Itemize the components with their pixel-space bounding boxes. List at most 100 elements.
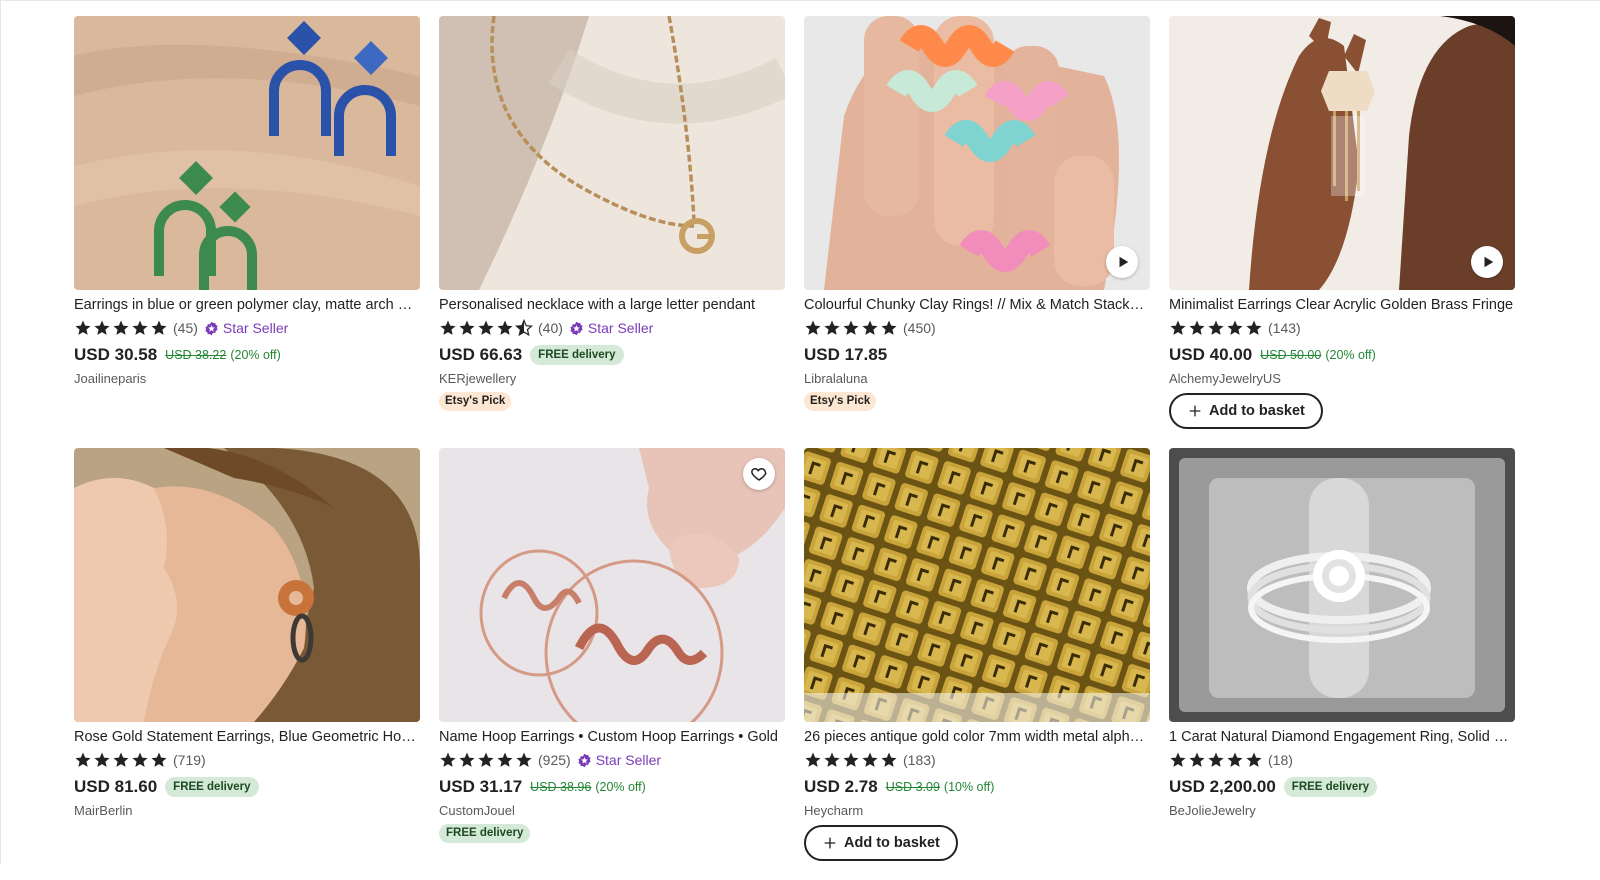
rating: (40) Star Seller xyxy=(439,317,785,339)
star-icon xyxy=(1169,751,1187,769)
listing-title[interactable]: 1 Carat Natural Diamond Engagement Ring,… xyxy=(1169,728,1515,746)
review-count: (925) xyxy=(538,752,571,768)
original-price: USD 3.09 xyxy=(885,780,940,794)
listing-image[interactable] xyxy=(439,16,785,290)
shop-name[interactable]: BeJolieJewelry xyxy=(1169,803,1515,819)
rating: (183) xyxy=(804,749,1150,771)
star-rating xyxy=(74,319,168,337)
star-seller-badge: Star Seller xyxy=(204,320,288,336)
star-icon xyxy=(1245,319,1263,337)
listing-image[interactable] xyxy=(439,448,785,722)
clay-rings-photo xyxy=(804,16,1150,290)
listing-image[interactable] xyxy=(1169,16,1515,290)
star-icon xyxy=(477,751,495,769)
star-icon xyxy=(1245,751,1263,769)
diamond-ring-photo xyxy=(1169,448,1515,722)
shop-name[interactable]: AlchemyJewelryUS xyxy=(1169,371,1515,387)
shop-name[interactable]: KERjewellery xyxy=(439,371,785,387)
earrings-clay-photo xyxy=(74,16,420,290)
add-to-basket-label: Add to basket xyxy=(1209,403,1305,419)
star-icon xyxy=(1188,319,1206,337)
rating: (143) xyxy=(1169,317,1515,339)
star-icon xyxy=(861,319,879,337)
listing-image[interactable] xyxy=(74,448,420,722)
add-to-basket-button[interactable]: Add to basket xyxy=(1169,393,1323,429)
star-icon xyxy=(1207,319,1225,337)
heart-icon xyxy=(751,467,767,481)
etsys-pick-badge: Etsy's Pick xyxy=(439,392,512,411)
listing-title[interactable]: Minimalist Earrings Clear Acrylic Golden… xyxy=(1169,296,1515,314)
shop-name[interactable]: Joailineparis xyxy=(74,371,420,387)
shop-name[interactable]: Heycharm xyxy=(804,803,1150,819)
price-row: USD 17.85 xyxy=(804,343,1150,367)
listing-card[interactable]: Earrings in blue or green polymer clay, … xyxy=(74,16,420,448)
add-to-basket-label: Add to basket xyxy=(844,835,940,851)
price-row: USD 81.60 FREE delivery xyxy=(74,775,420,799)
star-icon xyxy=(112,751,130,769)
listing-card[interactable]: 26 pieces antique gold color 7mm width m… xyxy=(804,448,1150,880)
plus-icon xyxy=(822,835,838,851)
star-rating xyxy=(804,751,898,769)
price: USD 17.85 xyxy=(804,345,888,364)
price: USD 2,200.00 xyxy=(1169,777,1276,796)
price-row: USD 2,200.00 FREE delivery xyxy=(1169,775,1515,799)
listing-card[interactable]: Rose Gold Statement Earrings, Blue Geome… xyxy=(74,448,420,880)
acrylic-earrings-photo xyxy=(1169,16,1515,290)
shop-name[interactable]: Libralaluna xyxy=(804,371,1150,387)
star-rating xyxy=(1169,319,1263,337)
listing-card[interactable]: Personalised necklace with a large lette… xyxy=(439,16,785,448)
rose-gold-earrings-photo xyxy=(74,448,420,722)
listing-title[interactable]: Name Hoop Earrings • Custom Hoop Earring… xyxy=(439,728,785,746)
star-icon xyxy=(804,319,822,337)
star-seller-badge: Star Seller xyxy=(577,752,661,768)
listing-card[interactable]: Colourful Chunky Clay Rings! // Mix & Ma… xyxy=(804,16,1150,448)
listing-card[interactable]: Name Hoop Earrings • Custom Hoop Earring… xyxy=(439,448,785,880)
star-icon xyxy=(150,751,168,769)
listing-card[interactable]: 1 Carat Natural Diamond Engagement Ring,… xyxy=(1169,448,1515,880)
star-seller-badge-icon xyxy=(204,321,219,336)
star-icon xyxy=(1226,751,1244,769)
price-row: USD 30.58 USD 38.22 (20% off) xyxy=(74,343,420,367)
star-icon xyxy=(880,751,898,769)
left-divider xyxy=(0,0,1,864)
listing-title[interactable]: Rose Gold Statement Earrings, Blue Geome… xyxy=(74,728,420,746)
star-seller-label: Star Seller xyxy=(222,320,289,336)
play-icon xyxy=(1119,256,1129,268)
shop-name[interactable]: CustomJouel xyxy=(439,803,785,819)
star-icon xyxy=(880,319,898,337)
star-icon xyxy=(112,319,130,337)
listing-title[interactable]: Personalised necklace with a large lette… xyxy=(439,296,785,314)
top-divider xyxy=(0,0,1600,1)
add-to-basket-button[interactable]: Add to basket xyxy=(804,825,958,861)
star-icon xyxy=(458,751,476,769)
original-price: USD 38.22 xyxy=(165,348,227,362)
review-count: (40) xyxy=(538,320,563,336)
star-icon xyxy=(131,751,149,769)
play-video-button[interactable] xyxy=(1106,246,1138,278)
review-count: (719) xyxy=(173,752,206,768)
star-icon xyxy=(477,319,495,337)
name-hoop-earrings-photo xyxy=(439,448,785,722)
listing-title[interactable]: Colourful Chunky Clay Rings! // Mix & Ma… xyxy=(804,296,1150,314)
listing-image[interactable] xyxy=(804,16,1150,290)
rating: (719) xyxy=(74,749,420,771)
star-icon xyxy=(439,751,457,769)
star-icon xyxy=(131,319,149,337)
star-icon xyxy=(842,319,860,337)
review-count: (45) xyxy=(173,320,198,336)
star-icon xyxy=(823,319,841,337)
listing-image[interactable] xyxy=(1169,448,1515,722)
listing-image[interactable] xyxy=(74,16,420,290)
play-video-button[interactable] xyxy=(1471,246,1503,278)
price: USD 30.58 xyxy=(74,345,158,364)
star-icon xyxy=(458,319,476,337)
listing-title[interactable]: Earrings in blue or green polymer clay, … xyxy=(74,296,420,314)
free-delivery-badge: FREE delivery xyxy=(1283,777,1378,797)
discount: (20% off) xyxy=(230,348,281,362)
favorite-button[interactable] xyxy=(743,458,775,490)
listing-card[interactable]: Minimalist Earrings Clear Acrylic Golden… xyxy=(1169,16,1515,448)
shop-name[interactable]: MairBerlin xyxy=(74,803,420,819)
free-delivery-badge: FREE delivery xyxy=(530,345,624,365)
listing-title[interactable]: 26 pieces antique gold color 7mm width m… xyxy=(804,728,1150,746)
listing-image[interactable] xyxy=(804,448,1150,722)
